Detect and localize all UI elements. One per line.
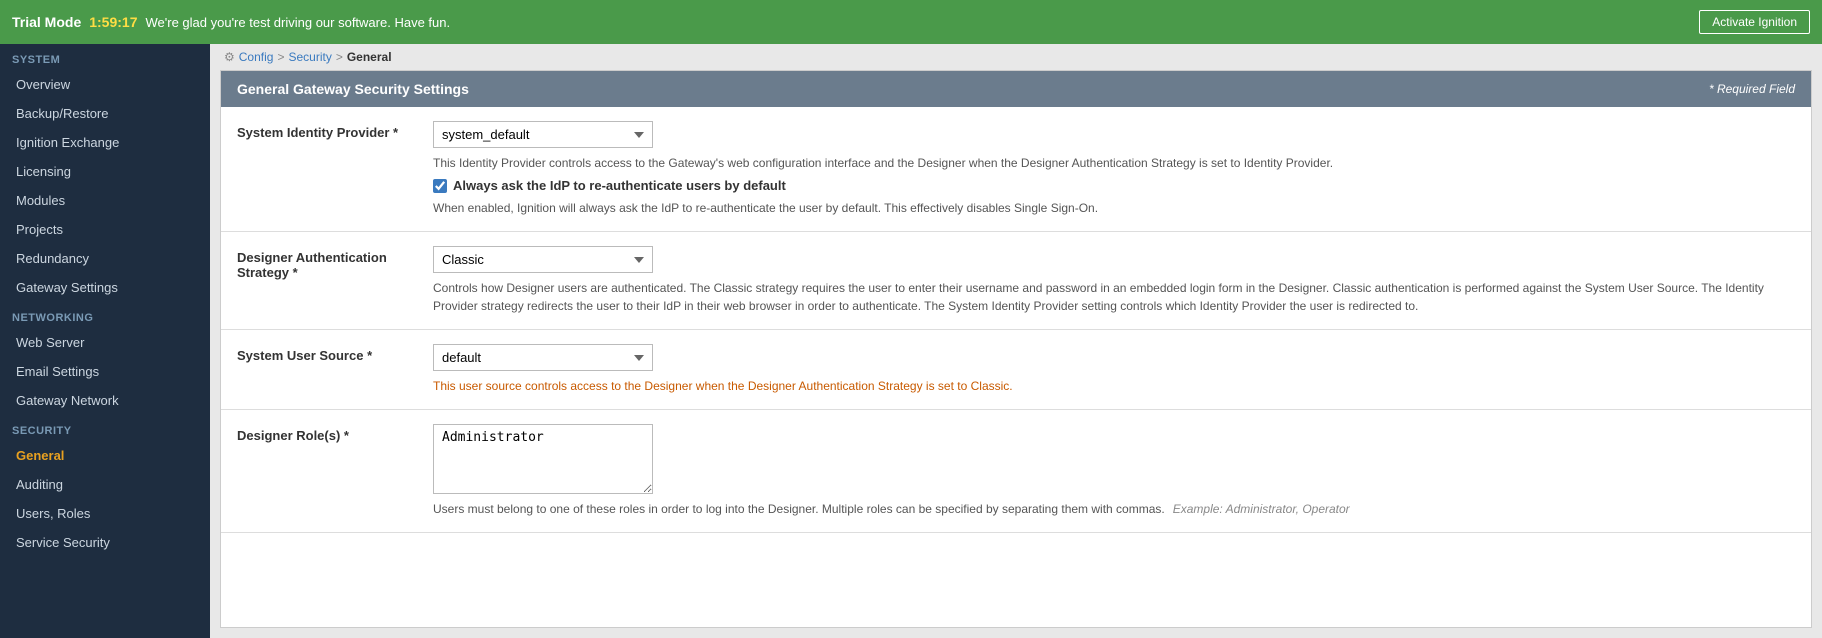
select-designer-auth[interactable]: Classic Identity Provider [433, 246, 653, 273]
gear-icon: ⚙ [224, 50, 235, 64]
breadcrumb-current: General [347, 50, 392, 64]
desc-identity-provider: This Identity Provider controls access t… [433, 154, 1795, 172]
form-card: General Gateway Security Settings * Requ… [220, 70, 1812, 628]
sidebar-item-auditing[interactable]: Auditing [0, 470, 210, 499]
select-user-source[interactable]: default [433, 344, 653, 371]
sidebar-item-backup-restore[interactable]: Backup/Restore [0, 99, 210, 128]
sidebar-item-gateway-settings[interactable]: Gateway Settings [0, 273, 210, 302]
checkbox-idp-label: Always ask the IdP to re-authenticate us… [453, 178, 786, 193]
sidebar-item-projects[interactable]: Projects [0, 215, 210, 244]
checkbox-row-idp: Always ask the IdP to re-authenticate us… [433, 178, 1795, 193]
sidebar-item-web-server[interactable]: Web Server [0, 328, 210, 357]
label-designer-roles: Designer Role(s) * [237, 424, 417, 443]
sidebar-item-redundancy[interactable]: Redundancy [0, 244, 210, 273]
sidebar-item-general[interactable]: General [0, 441, 210, 470]
sidebar-item-email-settings[interactable]: Email Settings [0, 357, 210, 386]
content-area: ⚙ Config > Security > General General Ga… [210, 44, 1822, 638]
form-row-designer-roles: Designer Role(s) * Administrator Users m… [221, 410, 1811, 533]
trial-message: We're glad you're test driving our softw… [146, 15, 1692, 30]
sidebar-section-networking: NETWORKING [0, 302, 210, 328]
sidebar-item-licensing[interactable]: Licensing [0, 157, 210, 186]
sidebar-item-gateway-network[interactable]: Gateway Network [0, 386, 210, 415]
sidebar: SYSTEM Overview Backup/Restore Ignition … [0, 44, 210, 638]
form-row-user-source: System User Source * default This user s… [221, 330, 1811, 410]
breadcrumb-security[interactable]: Security [288, 50, 331, 64]
form-card-header: General Gateway Security Settings * Requ… [221, 71, 1811, 107]
sidebar-item-service-security[interactable]: Service Security [0, 528, 210, 557]
example-roles: Example: Administrator, Operator [1173, 502, 1350, 516]
select-identity-provider[interactable]: system_default default [433, 121, 653, 148]
form-row-identity-provider: System Identity Provider * system_defaul… [221, 107, 1811, 232]
trial-timer: 1:59:17 [89, 14, 137, 30]
sidebar-item-modules[interactable]: Modules [0, 186, 210, 215]
breadcrumb-sep1: > [277, 50, 284, 64]
content-user-source: default This user source controls access… [433, 344, 1795, 395]
desc-idp-checkbox: When enabled, Ignition will always ask t… [433, 199, 1795, 217]
desc-designer-auth: Controls how Designer users are authenti… [433, 279, 1795, 315]
trial-mode-label: Trial Mode [12, 14, 81, 30]
required-field-note: * Required Field [1709, 82, 1795, 96]
sidebar-item-overview[interactable]: Overview [0, 70, 210, 99]
desc-designer-roles: Users must belong to one of these roles … [433, 500, 1165, 518]
trial-bar: Trial Mode 1:59:17 We're glad you're tes… [0, 0, 1822, 44]
breadcrumb-sep2: > [336, 50, 343, 64]
label-identity-provider: System Identity Provider * [237, 121, 417, 140]
label-user-source: System User Source * [237, 344, 417, 363]
checkbox-idp-reauth[interactable] [433, 179, 447, 193]
sidebar-section-system: SYSTEM [0, 44, 210, 70]
content-designer-auth: Classic Identity Provider Controls how D… [433, 246, 1795, 315]
label-designer-auth: Designer Authentication Strategy * [237, 246, 417, 280]
form-title: General Gateway Security Settings [237, 81, 469, 97]
sidebar-item-ignition-exchange[interactable]: Ignition Exchange [0, 128, 210, 157]
sidebar-item-users-roles[interactable]: Users, Roles [0, 499, 210, 528]
breadcrumb: ⚙ Config > Security > General [210, 44, 1822, 70]
activate-ignition-button[interactable]: Activate Ignition [1699, 10, 1810, 34]
main-layout: SYSTEM Overview Backup/Restore Ignition … [0, 44, 1822, 638]
desc-user-source: This user source controls access to the … [433, 377, 1795, 395]
content-designer-roles: Administrator Users must belong to one o… [433, 424, 1795, 518]
breadcrumb-config[interactable]: Config [239, 50, 274, 64]
content-identity-provider: system_default default This Identity Pro… [433, 121, 1795, 217]
form-row-designer-auth: Designer Authentication Strategy * Class… [221, 232, 1811, 330]
textarea-designer-roles[interactable]: Administrator [433, 424, 653, 494]
sidebar-section-security: SECURITY [0, 415, 210, 441]
